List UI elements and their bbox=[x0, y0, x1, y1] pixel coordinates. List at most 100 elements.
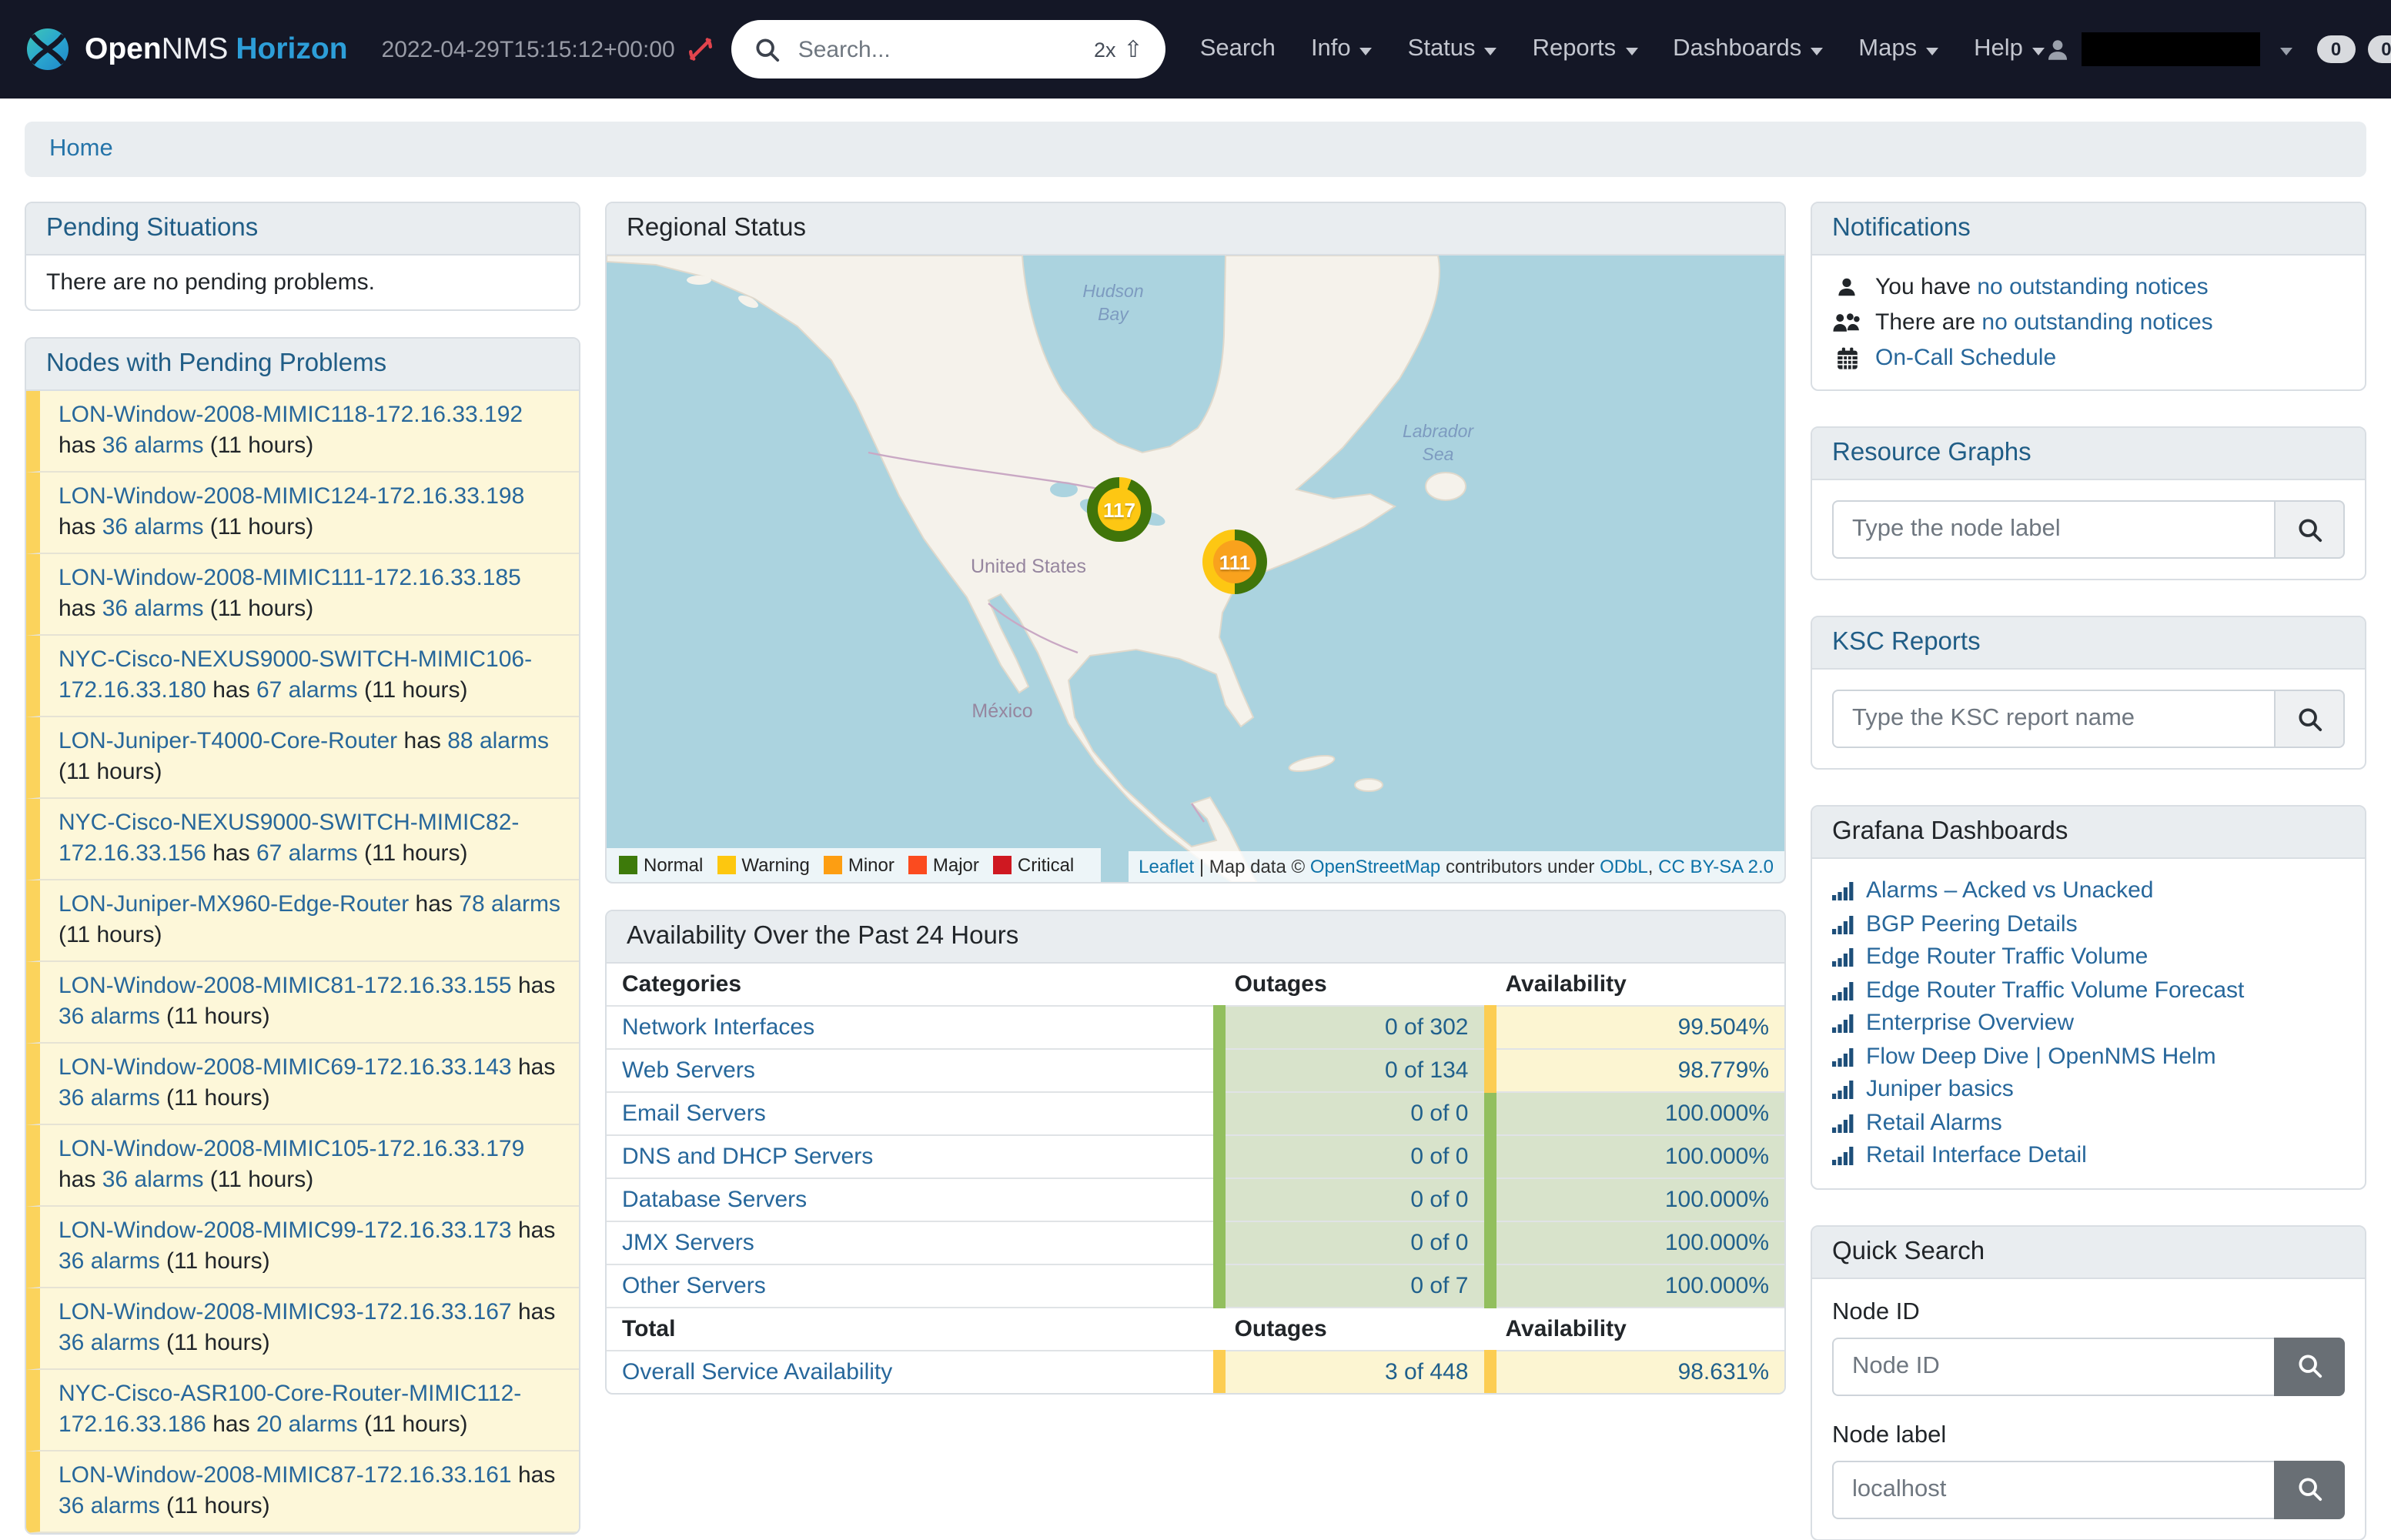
grafana-dashboard-link[interactable]: Enterprise Overview bbox=[1866, 1007, 2074, 1040]
node-label-label: Node label bbox=[1832, 1421, 2345, 1449]
resource-graphs-title[interactable]: Resource Graphs bbox=[1812, 428, 2365, 480]
node-link[interactable]: LON-Juniper-T4000-Core-Router bbox=[59, 728, 397, 754]
node-alarms-link[interactable]: 88 alarms bbox=[447, 728, 549, 754]
menu-item[interactable]: Info bbox=[1311, 35, 1373, 63]
grafana-dashboard-link[interactable]: Retail Alarms bbox=[1866, 1106, 2002, 1139]
category-link[interactable]: Network Interfaces bbox=[622, 1014, 814, 1041]
grafana-dashboard-link[interactable]: Juniper basics bbox=[1866, 1073, 2014, 1106]
ccbysa-link[interactable]: CC BY-SA 2.0 bbox=[1658, 856, 1774, 877]
menu-item[interactable]: Dashboards bbox=[1673, 35, 1823, 63]
grafana-dashboard-link[interactable]: Flow Deep Dive | OpenNMS Helm bbox=[1866, 1040, 2216, 1073]
menu-item[interactable]: Search bbox=[1200, 35, 1276, 63]
legend-item: Warning bbox=[717, 854, 810, 876]
node-duration: (11 hours) bbox=[203, 596, 313, 622]
node-alarms-link[interactable]: 67 alarms bbox=[256, 677, 358, 703]
notifications-title[interactable]: Notifications bbox=[1812, 203, 2365, 256]
pending-situations-empty: There are no pending problems. bbox=[26, 256, 579, 309]
availability-row: Network Interfaces 0 of 302 99.504% bbox=[607, 1006, 1784, 1049]
node-alarms-link[interactable]: 67 alarms bbox=[256, 840, 358, 867]
user-menu[interactable] bbox=[2045, 32, 2292, 66]
map-cluster-marker-111[interactable]: 111 bbox=[1202, 529, 1267, 594]
menu-item[interactable]: Help bbox=[1974, 35, 2045, 63]
overall-availability-row: Overall Service Availability 3 of 448 98… bbox=[607, 1351, 1784, 1393]
map-label-hudson: Hudson bbox=[1082, 281, 1143, 301]
regional-status-map[interactable]: Hudson Bay Labrador Sea United States Mé… bbox=[607, 256, 1784, 882]
node-problem-row: NYC-Cisco-NEXUS9000-SWITCH-MIMIC82-172.1… bbox=[26, 799, 579, 880]
availability-row: Email Servers 0 of 0 100.000% bbox=[607, 1092, 1784, 1135]
chevron-down-icon bbox=[1360, 47, 1373, 55]
node-link[interactable]: LON-Window-2008-MIMIC69-172.16.33.143 bbox=[59, 1054, 512, 1081]
ksc-reports-title[interactable]: KSC Reports bbox=[1812, 617, 2365, 670]
breadcrumb-home-link[interactable]: Home bbox=[49, 135, 113, 162]
grafana-dashboard-link[interactable]: Retail Interface Detail bbox=[1866, 1139, 2087, 1172]
node-id-search-button[interactable] bbox=[2274, 1337, 2345, 1395]
resource-graphs-search-button[interactable] bbox=[2274, 500, 2345, 559]
node-alarms-link[interactable]: 36 alarms bbox=[59, 1248, 160, 1274]
node-link[interactable]: LON-Window-2008-MIMIC81-172.16.33.155 bbox=[59, 973, 512, 999]
node-link[interactable]: LON-Window-2008-MIMIC124-172.16.33.198 bbox=[59, 483, 524, 509]
ksc-reports-input[interactable] bbox=[1832, 690, 2274, 748]
node-link[interactable]: LON-Window-2008-MIMIC105-172.16.33.179 bbox=[59, 1136, 524, 1162]
category-link[interactable]: Other Servers bbox=[622, 1273, 766, 1299]
global-search-input[interactable] bbox=[795, 35, 1080, 64]
osm-link[interactable]: OpenStreetMap bbox=[1310, 856, 1440, 877]
has-word: has bbox=[512, 1299, 556, 1325]
node-alarms-link[interactable]: 20 alarms bbox=[256, 1411, 358, 1438]
menu-item[interactable]: Status bbox=[1408, 35, 1497, 63]
node-label-search-button[interactable] bbox=[2274, 1460, 2345, 1518]
grafana-dashboard-link[interactable]: Alarms – Acked vs Unacked bbox=[1866, 874, 2154, 907]
resource-graphs-search-group bbox=[1832, 500, 2345, 559]
node-link[interactable]: LON-Window-2008-MIMIC111-172.16.33.185 bbox=[59, 565, 521, 591]
node-alarms-link[interactable]: 36 alarms bbox=[59, 1004, 160, 1030]
node-duration: (11 hours) bbox=[59, 922, 162, 948]
ksc-reports-search-button[interactable] bbox=[2274, 690, 2345, 748]
node-link[interactable]: LON-Window-2008-MIMIC87-172.16.33.161 bbox=[59, 1462, 512, 1488]
map-cluster-marker-117[interactable]: 117 bbox=[1087, 477, 1152, 542]
node-link[interactable]: LON-Window-2008-MIMIC118-172.16.33.192 bbox=[59, 402, 523, 428]
availability-cell: 100.000% bbox=[1490, 1264, 1784, 1308]
grafana-dashboard-link[interactable]: BGP Peering Details bbox=[1866, 907, 2078, 940]
node-link[interactable]: LON-Window-2008-MIMIC93-172.16.33.167 bbox=[59, 1299, 512, 1325]
notices-badge[interactable]: 0 bbox=[2317, 35, 2355, 63]
grafana-dashboard-link[interactable]: Edge Router Traffic Volume bbox=[1866, 940, 2148, 974]
menu-item[interactable]: Maps bbox=[1858, 35, 1938, 63]
resource-graphs-input[interactable] bbox=[1832, 500, 2274, 559]
leaflet-link[interactable]: Leaflet bbox=[1139, 856, 1194, 877]
category-link[interactable]: Email Servers bbox=[622, 1101, 766, 1127]
node-alarms-link[interactable]: 36 alarms bbox=[102, 433, 204, 459]
problems-badge[interactable]: 0 bbox=[2367, 35, 2391, 63]
node-alarms-link[interactable]: 36 alarms bbox=[102, 1167, 204, 1193]
node-label-input[interactable] bbox=[1832, 1460, 2274, 1518]
category-link[interactable]: DNS and DHCP Servers bbox=[622, 1144, 873, 1170]
brand-logo-link[interactable]: OpenNMSHorizon bbox=[25, 26, 348, 72]
node-alarms-link[interactable]: 78 alarms bbox=[459, 891, 560, 917]
all-notices-link[interactable]: no outstanding notices bbox=[1981, 309, 2212, 336]
category-link[interactable]: JMX Servers bbox=[622, 1230, 754, 1256]
nodes-panel-title[interactable]: Nodes with Pending Problems bbox=[26, 339, 579, 391]
node-alarms-link[interactable]: 36 alarms bbox=[59, 1493, 160, 1519]
menu-item[interactable]: Reports bbox=[1533, 35, 1638, 63]
legend-swatch bbox=[619, 856, 637, 874]
overall-availability-cell: 98.631% bbox=[1490, 1351, 1784, 1393]
time-sync-off-icon[interactable] bbox=[689, 37, 714, 62]
node-duration: (11 hours) bbox=[203, 433, 313, 459]
odbl-link[interactable]: ODbL bbox=[1600, 856, 1648, 877]
oncall-schedule-link[interactable]: On-Call Schedule bbox=[1875, 342, 2056, 374]
node-id-input[interactable] bbox=[1832, 1337, 2274, 1395]
node-link[interactable]: LON-Window-2008-MIMIC99-172.16.33.173 bbox=[59, 1218, 512, 1244]
node-alarms-link[interactable]: 36 alarms bbox=[59, 1330, 160, 1356]
overall-service-availability-link[interactable]: Overall Service Availability bbox=[622, 1359, 892, 1385]
node-alarms-link[interactable]: 36 alarms bbox=[59, 1085, 160, 1111]
node-link[interactable]: LON-Juniper-MX960-Edge-Router bbox=[59, 891, 409, 917]
availability-cell: 100.000% bbox=[1490, 1092, 1784, 1135]
pending-situations-title[interactable]: Pending Situations bbox=[26, 203, 579, 256]
category-link[interactable]: Database Servers bbox=[622, 1187, 807, 1213]
grafana-dashboard-link[interactable]: Edge Router Traffic Volume Forecast bbox=[1866, 974, 2244, 1007]
node-alarms-link[interactable]: 36 alarms bbox=[102, 596, 204, 622]
quick-search-title: Quick Search bbox=[1812, 1226, 2365, 1278]
user-notices-link[interactable]: no outstanding notices bbox=[1977, 274, 2208, 300]
node-alarms-link[interactable]: 36 alarms bbox=[102, 514, 204, 540]
map-severity-legend: Normal Warning Minor Major Critical bbox=[607, 848, 1100, 882]
category-link[interactable]: Web Servers bbox=[622, 1057, 755, 1084]
map-label-mexico: México bbox=[971, 700, 1032, 722]
